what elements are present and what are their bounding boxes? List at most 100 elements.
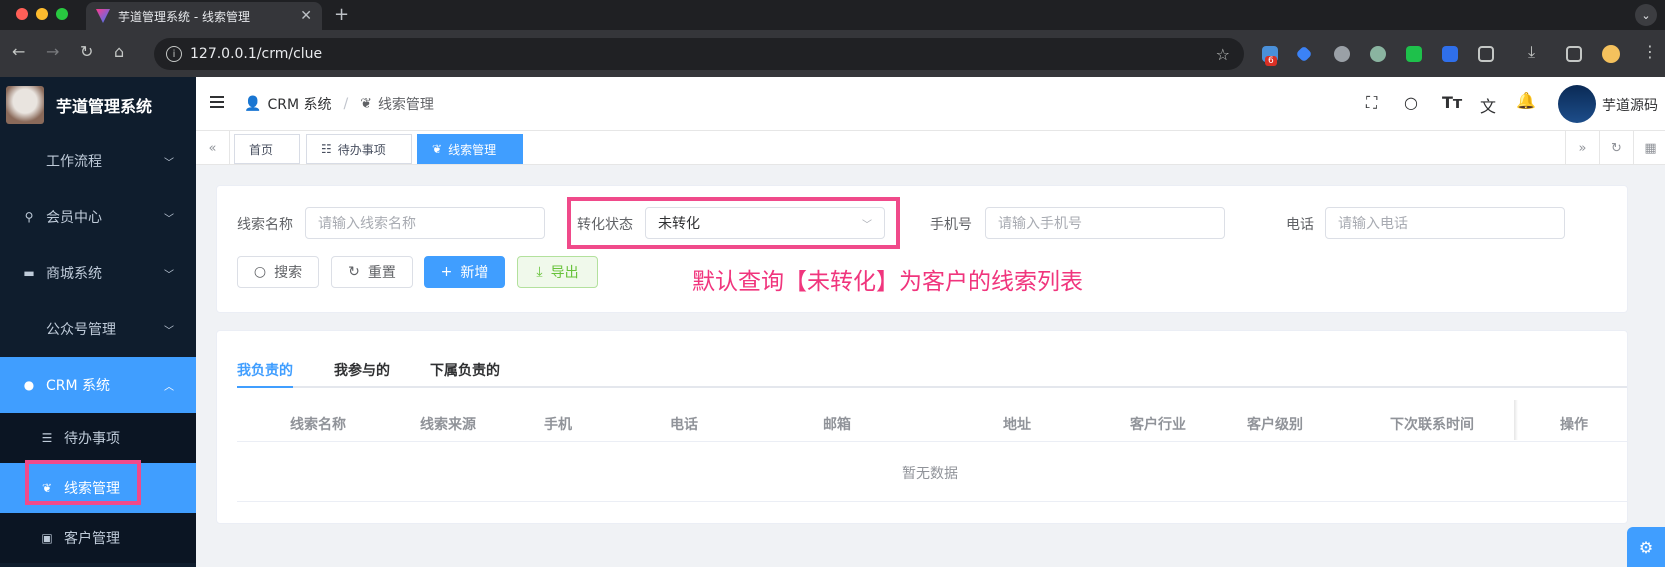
status-select-value: 未转化 (658, 216, 700, 232)
extension-badge: 6 (1265, 56, 1277, 66)
minimize-window-button[interactable] (36, 8, 48, 20)
sidebar-subitem-todo[interactable]: ☰ 待办事项 (0, 413, 196, 463)
extension-icon[interactable] (1442, 46, 1458, 62)
chevron-down-icon: ﹀ (862, 219, 872, 231)
sidebar-item-label: 公众号管理 (46, 322, 116, 338)
empty-text: 暂无数据 (902, 466, 958, 482)
download-icon[interactable]: ⤓ (1528, 42, 1535, 62)
browser-tabbar: 芋道管理系统 - 线索管理 ✕ + ⌄ (0, 0, 1665, 30)
list-icon: ☷ (321, 142, 332, 156)
browser-toolbar: ← → ↻ ⌂ i 127.0.0.1/crm/clue ☆ 6 ⤓ ⋮ (0, 30, 1665, 77)
status-select[interactable]: 未转化 ﹀ (645, 207, 885, 239)
highlight-box-sidebar (25, 460, 141, 505)
logo-image (6, 86, 44, 124)
search-icon: ○ (253, 264, 267, 280)
bookmark-star-icon[interactable]: ☆ (1216, 45, 1230, 64)
sidebar-item-crm[interactable]: ● CRM 系统 ︿ (0, 357, 196, 413)
tab-subordinate[interactable]: 下属负责的 (430, 360, 500, 380)
maximize-window-button[interactable] (56, 8, 68, 20)
search-button[interactable]: ○ 搜索 (237, 256, 319, 288)
settings-gear-button[interactable]: ⚙ (1627, 527, 1665, 567)
reload-icon[interactable]: ↻ (80, 42, 93, 61)
search-icon[interactable]: ○ (1404, 93, 1418, 112)
annotation-text: 默认查询【未转化】为客户的线索列表 (692, 269, 1083, 295)
top-navbar: 👤 CRM 系统 / ❦ 线索管理 ⛶ ○ Tт 文 🔔 芋道源码 (196, 77, 1665, 131)
sidebar-subitem-label: 客户管理 (64, 531, 120, 547)
breadcrumb: 👤 CRM 系统 / ❦ 线索管理 (244, 94, 434, 114)
tabs-divider (237, 386, 1627, 388)
tag-clue[interactable]: ❦ 线索管理 (417, 134, 523, 164)
extension-icon[interactable] (1370, 46, 1386, 62)
browser-tab-title: 芋道管理系统 - 线索管理 (118, 9, 250, 24)
chevron-down-icon: ﹀ (164, 157, 174, 169)
tag-todo[interactable]: ☷ 待办事项 (306, 134, 412, 164)
breadcrumb-root[interactable]: CRM 系统 (267, 94, 331, 114)
font-size-icon[interactable]: Tт (1442, 93, 1462, 112)
add-button[interactable]: + 新增 (424, 256, 505, 288)
forward-arrow-icon[interactable]: → (46, 42, 59, 61)
reset-button-label: 重置 (367, 265, 396, 281)
sidebar-item-label: CRM 系统 (46, 378, 111, 394)
close-window-button[interactable] (16, 8, 28, 20)
close-tab-icon[interactable]: ✕ (300, 8, 312, 24)
sidebar-subitem-customer[interactable]: ▣ 客户管理 (0, 513, 196, 563)
export-button-label: 导出 (550, 265, 579, 281)
tag-home[interactable]: 首页 (234, 134, 300, 164)
user-icon: 👤 (244, 96, 262, 112)
column-header: 操作 (1560, 417, 1588, 433)
chevron-down-icon: ﹀ (164, 213, 174, 225)
sidebar-item-member[interactable]: ⚲ 会员中心 ﹀ (0, 189, 196, 245)
profile-avatar-icon[interactable] (1602, 45, 1620, 63)
tab-participating[interactable]: 我参与的 (334, 360, 390, 380)
tab-active-indicator (237, 386, 293, 388)
add-button-label: 新增 (460, 265, 489, 281)
site-info-icon[interactable]: i (166, 46, 182, 62)
fullscreen-icon[interactable]: ⛶ (1366, 93, 1377, 113)
phone-label: 电话 (1286, 217, 1314, 233)
translate-icon[interactable]: 文 (1480, 93, 1496, 117)
extension-icon[interactable] (1334, 46, 1350, 62)
name-input[interactable]: 请输入线索名称 (305, 207, 545, 239)
export-button[interactable]: ⤓ 导出 (517, 256, 598, 288)
sidebar-item-workflow[interactable]: 工作流程 ﹀ (0, 133, 196, 189)
search-button-label: 搜索 (274, 265, 303, 281)
tab-search-chevron-icon[interactable]: ⌄ (1635, 4, 1657, 26)
tags-scroll-left-icon[interactable]: « (196, 131, 230, 165)
list-icon: ☰ (41, 431, 53, 445)
hamburger-menu-icon[interactable] (210, 96, 224, 108)
mobile-input[interactable]: 请输入手机号 (985, 207, 1225, 239)
refresh-icon[interactable]: ↻ (1599, 131, 1633, 165)
reset-button[interactable]: ↻ 重置 (331, 256, 413, 288)
user-name[interactable]: 芋道源码 (1602, 95, 1658, 115)
browser-menu-icon[interactable]: ⋮ (1642, 42, 1658, 61)
back-arrow-icon[interactable]: ← (12, 42, 25, 61)
sidebar-logo[interactable]: 芋道管理系统 (0, 77, 196, 133)
tab-mine[interactable]: 我负责的 (237, 360, 293, 380)
avatar[interactable] (1558, 85, 1596, 123)
column-header: 线索来源 (420, 417, 476, 433)
breadcrumb-current: 线索管理 (377, 97, 434, 113)
column-header: 地址 (1003, 417, 1031, 433)
column-header: 线索名称 (290, 417, 346, 433)
sidebar-item-mp[interactable]: 公众号管理 ﹀ (0, 301, 196, 357)
gem-extension-icon[interactable] (1295, 45, 1313, 63)
bell-icon[interactable]: 🔔 (1516, 91, 1536, 110)
grid-menu-icon[interactable]: ▦ (1633, 131, 1665, 165)
sidebar-item-mall[interactable]: ▬ 商城系统 ﹀ (0, 245, 196, 301)
address-bar[interactable]: i 127.0.0.1/crm/clue ☆ (154, 38, 1244, 70)
browser-tab[interactable]: 芋道管理系统 - 线索管理 ✕ (86, 2, 322, 30)
new-tab-button[interactable]: + (334, 4, 349, 25)
tag-label: 首页 (249, 142, 274, 157)
home-icon[interactable]: ⌂ (114, 42, 124, 61)
column-header: 手机 (544, 417, 572, 433)
side-panel-icon[interactable] (1566, 46, 1582, 62)
sidebar-item-label: 工作流程 (46, 154, 102, 170)
chevron-down-icon: ﹀ (164, 269, 174, 281)
puzzle-extensions-icon[interactable] (1478, 46, 1494, 62)
gear-icon: ⚙ (1638, 537, 1654, 557)
phone-input[interactable]: 请输入电话 (1325, 207, 1565, 239)
extension-icon[interactable] (1406, 46, 1422, 62)
tags-scroll-right-icon[interactable]: » (1565, 131, 1599, 165)
download-icon: ⤓ (536, 264, 543, 280)
column-header: 客户级别 (1247, 417, 1303, 433)
